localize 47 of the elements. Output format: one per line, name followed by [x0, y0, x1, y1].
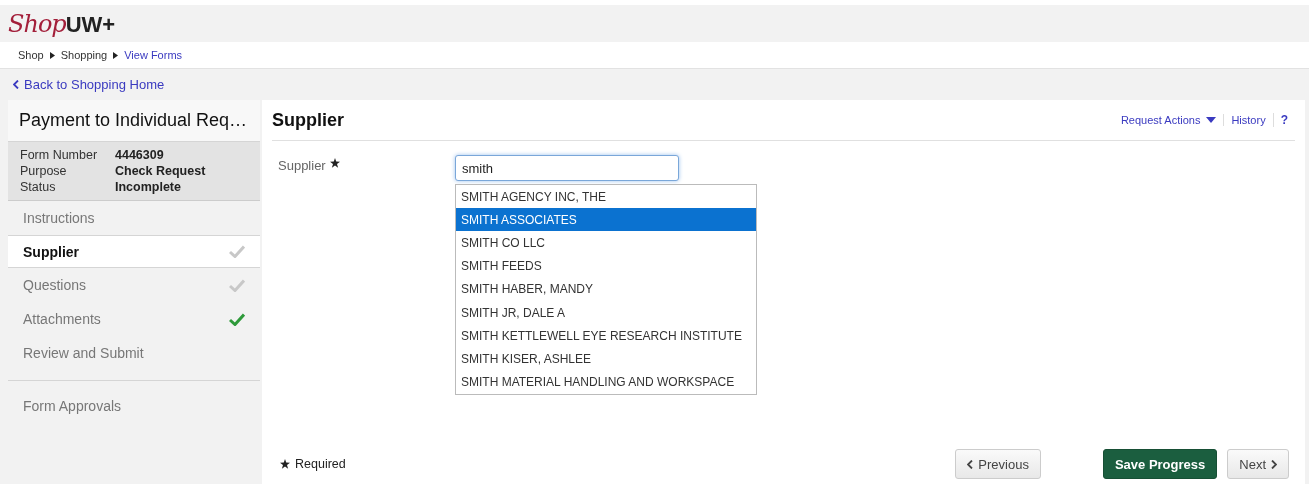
detail-label: Form Number [20, 148, 99, 162]
previous-button[interactable]: Previous [955, 449, 1041, 479]
suggestion-option[interactable]: SMITH ASSOCIATES [456, 208, 756, 232]
star-icon [280, 459, 290, 469]
suggestion-option[interactable]: SMITH HABER, MANDY [456, 277, 756, 301]
form-approvals-item[interactable]: Form Approvals [8, 389, 260, 423]
chevron-left-icon [967, 459, 974, 469]
suggestion-option[interactable]: SMITH FEEDS [456, 254, 756, 278]
caret-icon [1206, 117, 1217, 123]
detail-value: Check Request [115, 164, 207, 178]
history-link[interactable]: History [1223, 114, 1273, 126]
step-item[interactable]: Supplier [8, 235, 260, 268]
detail-label: Status [20, 180, 57, 194]
breadcrumb-arrow-icon [113, 51, 119, 59]
help-link[interactable]: ? [1272, 113, 1295, 127]
chevron-right-icon [1271, 459, 1277, 469]
section-title: Supplier [272, 109, 344, 131]
detail-label: Purpose [20, 164, 68, 178]
next-button[interactable]: Next [1227, 449, 1289, 479]
breadcrumb-link[interactable]: Shop [18, 49, 44, 61]
step-item[interactable]: Questions [8, 268, 260, 302]
suggestion-option[interactable]: SMITH KISER, ASHLEE [456, 347, 756, 371]
check-icon [229, 312, 245, 326]
suggestion-option[interactable]: SMITH MATERIAL HANDLING AND WORKSPACE [456, 370, 756, 394]
step-item[interactable]: Review and Submit [8, 336, 260, 370]
required-note: Required [295, 457, 346, 471]
check-icon [229, 278, 245, 292]
breadcrumb-link[interactable]: View Forms [124, 49, 183, 61]
check-icon [229, 245, 245, 258]
supplier-field[interactable]: smith [455, 155, 679, 181]
field-label: Supplier [278, 158, 326, 173]
breadcrumb-link[interactable]: Shopping [60, 49, 108, 61]
chevron-left-icon [13, 80, 19, 89]
detail-value: Incomplete [115, 180, 182, 194]
shop-logo[interactable]: ShopUW+ [8, 9, 116, 38]
detail-value: 4446309 [115, 148, 165, 162]
suggestion-option[interactable]: SMITH JR, DALE A [456, 300, 756, 325]
suggestion-option[interactable]: SMITH AGENCY INC, THE [456, 185, 756, 209]
suggestion-option[interactable]: SMITH KETTLEWELL EYE RESEARCH INSTITUTE [456, 324, 756, 348]
step-item[interactable]: Attachments [8, 302, 260, 336]
form-title: Payment to Individual Req… [8, 100, 260, 141]
step-item[interactable]: Instructions [8, 201, 260, 235]
back-link[interactable]: Back to Shopping Home [13, 77, 165, 92]
request-actions-menu[interactable]: Request Actions [1113, 114, 1224, 126]
save-progress-button[interactable]: Save Progress [1102, 449, 1218, 479]
breadcrumb-arrow-icon [49, 51, 55, 59]
suggestion-option[interactable]: SMITH CO LLC [456, 231, 756, 255]
